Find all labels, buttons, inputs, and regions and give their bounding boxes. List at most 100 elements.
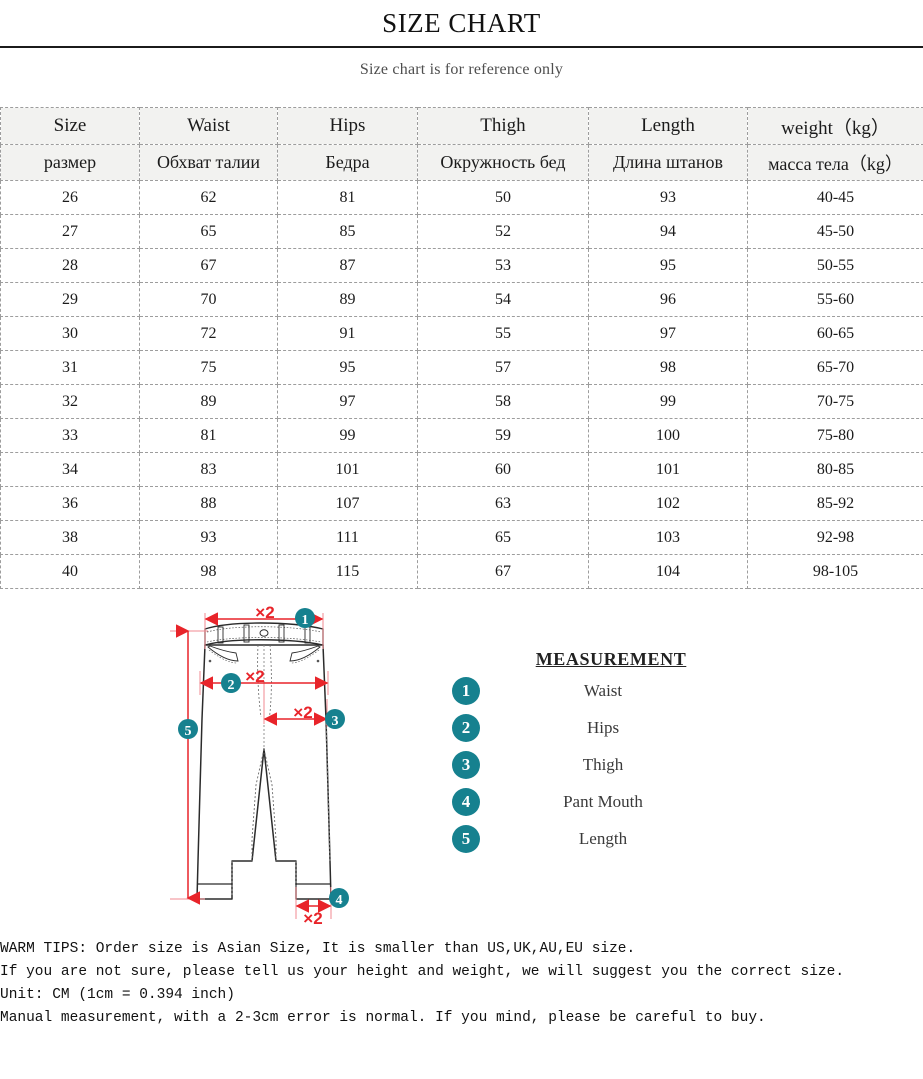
cell-weight: 85-92 xyxy=(747,486,923,521)
cell-hips: 89 xyxy=(277,282,418,317)
subheader-cell-length: Длина штанов xyxy=(588,144,748,181)
warm-tips-line-3: Unit: CM (1cm = 0.394 inch) xyxy=(0,987,235,1003)
legend-item-waist: 1 Waist xyxy=(440,674,740,707)
hips-x2-label: ×2 xyxy=(245,667,264,686)
legend-badge-4: 4 xyxy=(452,787,480,816)
cell-length: 102 xyxy=(588,486,748,521)
cell-thigh: 52 xyxy=(417,214,589,249)
table-row: 34 83 101 60 101 80-85 xyxy=(0,452,923,487)
cell-weight: 40-45 xyxy=(747,180,923,215)
cell-length: 101 xyxy=(588,452,748,487)
waist-x2-label: ×2 xyxy=(255,603,274,622)
cell-hips: 97 xyxy=(277,384,418,419)
cell-thigh: 57 xyxy=(417,350,589,385)
cell-weight: 60-65 xyxy=(747,316,923,351)
subheader-cell-waist: Обхват талии xyxy=(139,144,278,181)
measurement-diagram-area: ×2 ×2 ×2 ×2 1 2 3 4 5 MEASUREMENT 1 Wais… xyxy=(0,599,923,944)
size-table-wrapper: Size Waist Hips Thigh Length weight（kg） … xyxy=(0,81,923,589)
warm-tips-block: WARM TIPS: Order size is Asian Size, It … xyxy=(0,938,923,1030)
cell-hips: 107 xyxy=(277,486,418,521)
warm-tips-line-1: WARM TIPS: Order size is Asian Size, It … xyxy=(0,941,636,957)
table-header-row-en: Size Waist Hips Thigh Length weight（kg） xyxy=(0,107,923,145)
cell-waist: 81 xyxy=(139,418,278,453)
header-cell-waist: Waist xyxy=(139,107,278,145)
table-row: 32 89 97 58 99 70-75 xyxy=(0,384,923,419)
legend-badge-3: 3 xyxy=(452,750,480,779)
pants-outline-group xyxy=(196,622,332,900)
cell-waist: 67 xyxy=(139,248,278,283)
subheader-cell-thigh: Окружность бед xyxy=(417,144,589,181)
cell-waist: 89 xyxy=(139,384,278,419)
table-row: 28 67 87 53 95 50-55 xyxy=(0,248,923,283)
legend-item-pant-mouth: 4 Pant Mouth xyxy=(440,785,740,818)
cell-thigh: 55 xyxy=(417,316,589,351)
svg-text:3: 3 xyxy=(332,714,339,729)
table-row: 29 70 89 54 96 55-60 xyxy=(0,282,923,317)
subheader-cell-hips: Бедра xyxy=(277,144,418,181)
legend-label-waist: Waist xyxy=(583,680,623,700)
cell-length: 94 xyxy=(588,214,748,249)
cell-length: 98 xyxy=(588,350,748,385)
cell-length: 104 xyxy=(588,554,748,589)
cell-hips: 81 xyxy=(277,180,418,215)
table-row: 27 65 85 52 94 45-50 xyxy=(0,214,923,249)
cell-waist: 75 xyxy=(139,350,278,385)
legend-label-pant-mouth: Pant Mouth xyxy=(563,791,643,811)
cell-size: 28 xyxy=(0,248,140,283)
svg-text:1: 1 xyxy=(302,613,309,628)
cell-thigh: 60 xyxy=(417,452,589,487)
thigh-x2-label: ×2 xyxy=(293,703,312,722)
cell-weight: 50-55 xyxy=(747,248,923,283)
cell-weight: 92-98 xyxy=(747,520,923,555)
cell-size: 33 xyxy=(0,418,140,453)
cell-hips: 91 xyxy=(277,316,418,351)
table-row: 33 81 99 59 100 75-80 xyxy=(0,418,923,453)
cell-hips: 87 xyxy=(277,248,418,283)
pant-mouth-x2-label: ×2 xyxy=(303,909,322,928)
cell-waist: 88 xyxy=(139,486,278,521)
cell-length: 100 xyxy=(588,418,748,453)
header-cell-length: Length xyxy=(588,107,748,145)
table-row: 38 93 111 65 103 92-98 xyxy=(0,520,923,555)
cell-hips: 85 xyxy=(277,214,418,249)
subheader-cell-size: размер xyxy=(0,144,140,181)
cell-hips: 115 xyxy=(277,554,418,589)
table-row: 31 75 95 57 98 65-70 xyxy=(0,350,923,385)
cell-size: 34 xyxy=(0,452,140,487)
size-chart-table: Size Waist Hips Thigh Length weight（kg） … xyxy=(0,107,923,589)
cell-length: 95 xyxy=(588,248,748,283)
cell-weight: 80-85 xyxy=(747,452,923,487)
cell-waist: 65 xyxy=(139,214,278,249)
cell-waist: 72 xyxy=(139,316,278,351)
diagram-badge-1: 1 xyxy=(295,608,315,628)
cell-thigh: 67 xyxy=(417,554,589,589)
subheader-cell-weight: масса тела（kg） xyxy=(747,144,923,181)
pants-measurement-diagram: ×2 ×2 ×2 ×2 1 2 3 4 5 xyxy=(170,603,349,928)
svg-text:2: 2 xyxy=(228,678,235,693)
cell-size: 30 xyxy=(0,316,140,351)
diagram-badge-4: 4 xyxy=(329,888,349,908)
legend-badge-2: 2 xyxy=(452,713,480,742)
cell-waist: 93 xyxy=(139,520,278,555)
measurement-legend: MEASUREMENT 1 Waist 2 Hips 3 Thigh 4 Pan… xyxy=(440,649,740,855)
cell-waist: 62 xyxy=(139,180,278,215)
legend-badge-1: 1 xyxy=(452,676,480,705)
legend-title: MEASUREMENT xyxy=(535,649,687,669)
header-block: SIZE CHART Size chart is for reference o… xyxy=(0,0,923,81)
legend-item-thigh: 3 Thigh xyxy=(440,748,740,781)
page-subtitle: Size chart is for reference only xyxy=(359,61,564,78)
svg-text:4: 4 xyxy=(336,893,343,908)
table-row: 40 98 115 67 104 98-105 xyxy=(0,554,923,589)
diagram-badge-5: 5 xyxy=(178,719,198,739)
warm-tips-line-2: If you are not sure, please tell us your… xyxy=(0,964,845,980)
cell-weight: 45-50 xyxy=(747,214,923,249)
table-row: 30 72 91 55 97 60-65 xyxy=(0,316,923,351)
cell-thigh: 50 xyxy=(417,180,589,215)
cell-thigh: 58 xyxy=(417,384,589,419)
cell-size: 40 xyxy=(0,554,140,589)
cell-size: 26 xyxy=(0,180,140,215)
cell-waist: 83 xyxy=(139,452,278,487)
header-cell-thigh: Thigh xyxy=(417,107,589,145)
cell-weight: 55-60 xyxy=(747,282,923,317)
cell-hips: 99 xyxy=(277,418,418,453)
